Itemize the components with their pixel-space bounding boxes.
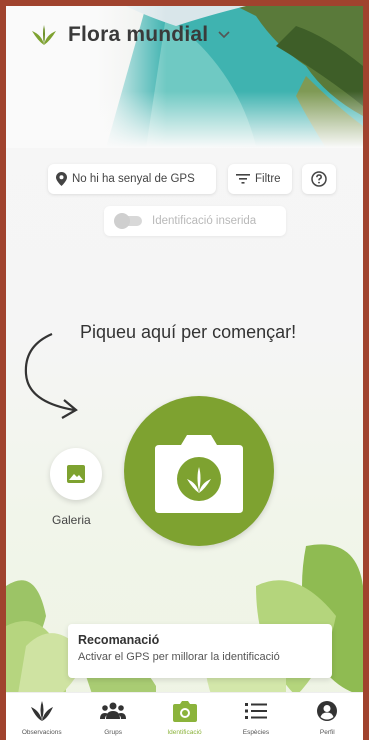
people-icon	[100, 702, 127, 719]
nav-observations[interactable]: Observacions	[6, 693, 77, 740]
recommendation-text: Activar el GPS per millorar la identific…	[78, 651, 280, 663]
identification-toggle-label: Identificació inserida	[152, 215, 257, 227]
nav-groups[interactable]: Grups	[77, 693, 148, 740]
nav-identification-label: Identificació	[167, 729, 202, 736]
location-pin-icon	[56, 172, 67, 186]
plant-icon	[30, 701, 53, 721]
identification-toggle[interactable]: Identificació inserida	[104, 206, 286, 236]
filter-icon	[236, 174, 250, 184]
recommendation-title: Recomanació	[78, 633, 160, 647]
filter-button[interactable]: Filtre	[228, 164, 292, 194]
nav-groups-label: Grups	[104, 729, 122, 736]
image-icon	[67, 465, 85, 483]
app-title-selector[interactable]: Flora mundial	[28, 23, 230, 47]
foliage-decoration	[6, 544, 363, 706]
nav-observations-label: Observacions	[21, 729, 62, 736]
profile-icon	[317, 701, 338, 721]
help-icon	[311, 171, 327, 187]
list-icon	[244, 703, 267, 719]
filter-label: Filtre	[255, 173, 281, 185]
recommendation-card[interactable]: Recomanació Activar el GPS per millorar …	[68, 624, 332, 678]
nav-species-label: Espècies	[242, 729, 270, 736]
plant-logo-icon	[32, 25, 56, 45]
camera-icon	[155, 435, 243, 513]
gallery-button[interactable]	[50, 448, 102, 500]
help-button[interactable]	[302, 164, 336, 194]
gps-status-button[interactable]: No hi ha senyal de GPS	[48, 164, 216, 194]
toolbar: No hi ha senyal de GPS Filtre	[6, 164, 363, 196]
nav-species[interactable]: Espècies	[220, 693, 291, 740]
nav-identification[interactable]: Identificació	[149, 693, 220, 740]
gallery-label: Galeria	[52, 513, 91, 527]
start-hint: Piqueu aquí per començar!	[80, 322, 297, 342]
nav-profile-label: Perfil	[319, 729, 335, 736]
header: Flora mundial	[6, 6, 363, 148]
camera-icon	[172, 701, 197, 722]
app-title: Flora mundial	[68, 23, 209, 46]
app-frame: Flora mundial No hi ha senyal de GPS Fil…	[0, 0, 369, 740]
bottom-navigation: Observacions Grups Identificació Espècie…	[6, 692, 363, 740]
toggle-switch[interactable]	[114, 213, 142, 229]
nav-profile[interactable]: Perfil	[292, 693, 363, 740]
camera-capture-button[interactable]	[124, 396, 274, 546]
curved-arrow-icon	[24, 332, 78, 419]
chevron-down-icon	[218, 31, 230, 39]
gps-status-label: No hi ha senyal de GPS	[72, 173, 195, 185]
